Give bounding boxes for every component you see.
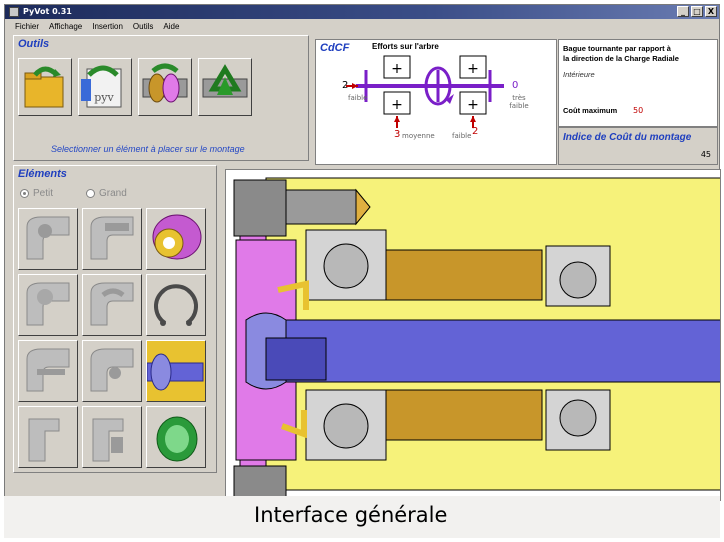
right-effort-value: 0 [512,80,519,91]
seal-icon [28,418,60,462]
cdcf-panel: CdCF Efforts sur l'arbre + + + + 2 faibl [315,39,557,165]
bague-panel: Bague tournante par rapport à la directi… [558,39,718,127]
element-seal-5[interactable] [18,340,78,402]
menu-insert[interactable]: Insertion [92,22,123,31]
recycle-button[interactable] [198,58,252,116]
left-effort-label: faible [348,94,368,102]
tools-panel: Outils pyv Selectionner un élément à pla… [13,35,309,161]
svg-text:+: + [391,97,403,113]
svg-text:+: + [467,61,479,77]
seal-icon [92,418,124,462]
open-button[interactable] [18,58,72,116]
save-pyv-button[interactable]: pyv [78,58,132,116]
tools-title: Outils [18,38,50,50]
cost-index-value: 45 [700,150,711,159]
assembly-drawing[interactable] [225,169,721,501]
element-seal-2[interactable] [82,208,142,270]
seal-icon [26,348,70,392]
pyv-label: pyv [94,91,114,104]
lock-nut-icon [152,214,202,260]
seal-icon [90,282,134,326]
pyv-file-icon: pyv [81,65,122,108]
open-folder-icon [24,66,64,108]
cout-value[interactable]: 50 [633,106,643,115]
element-nut[interactable] [146,208,206,270]
element-seal-7[interactable] [18,406,78,468]
bottom-left-effort-label: moyenne [402,132,435,140]
element-bushing[interactable] [146,406,206,468]
bague-value[interactable]: Intérieure [563,70,595,79]
recycle-icon [202,64,248,98]
app-window: PyVot 0.31 _ □ X Fichier Affichage Inser… [4,4,721,538]
radio-small-dot[interactable] [20,189,29,198]
assembly-icon [142,63,188,103]
element-seal-6[interactable] [82,340,142,402]
element-seal-1[interactable] [18,208,78,270]
element-seal-3[interactable] [18,274,78,336]
elements-title: Eléments [18,168,67,180]
bottom-left-effort-value: 3 [394,129,401,140]
minimize-button[interactable]: _ [677,6,689,17]
menu-bar: Fichier Affichage Insertion Outils Aide [5,19,719,33]
title-bar[interactable]: PyVot 0.31 _ □ X [5,5,719,19]
cost-index-panel: Indice de Coût du montage 45 [558,127,718,165]
menu-file[interactable]: Fichier [15,22,39,31]
left-effort-value: 2 [342,80,349,91]
seal-icon [26,282,70,326]
menu-tools[interactable]: Outils [133,22,153,31]
radio-large-label: Grand [99,188,127,199]
element-shaft-end[interactable] [146,340,206,402]
element-seal-4[interactable] [82,274,142,336]
maximize-button[interactable]: □ [691,6,703,17]
seal-icon [90,348,134,392]
assembly-button[interactable] [138,58,192,116]
menu-help[interactable]: Aide [163,22,179,31]
circlip-icon [154,284,198,326]
element-seal-8[interactable] [82,406,142,468]
radio-large[interactable]: Grand [86,188,127,199]
bague-title-2: la direction de la Charge Radiale [563,54,679,63]
elements-panel: Eléments Petit Grand [13,165,217,473]
element-circlip[interactable] [146,274,206,336]
window-title: PyVot 0.31 [23,7,72,16]
radio-large-dot[interactable] [86,189,95,198]
shaft-end-icon [147,353,204,391]
close-button[interactable]: X [705,6,717,17]
svg-text:+: + [467,97,479,113]
app-icon [9,7,19,17]
radio-small[interactable]: Petit [20,188,53,199]
bague-title-1: Bague tournante par rapport à [563,44,671,53]
right-effort-label: très faible [509,94,529,110]
bushing-icon [156,416,198,462]
bottom-right-effort-value: 2 [472,126,479,137]
cost-index-label: Indice de Coût du montage [563,132,692,143]
cout-label: Coût maximum [563,106,618,115]
svg-text:+: + [391,61,403,77]
assembly-svg [233,177,720,500]
figure-caption: Interface générale [254,503,448,527]
radio-small-label: Petit [33,188,54,199]
seal-icon [90,216,134,260]
menu-view[interactable]: Affichage [49,22,82,31]
tools-hint: Selectionner un élément à placer sur le … [51,144,245,154]
bottom-right-effort-label: faible [452,132,472,140]
seal-icon [26,216,70,260]
